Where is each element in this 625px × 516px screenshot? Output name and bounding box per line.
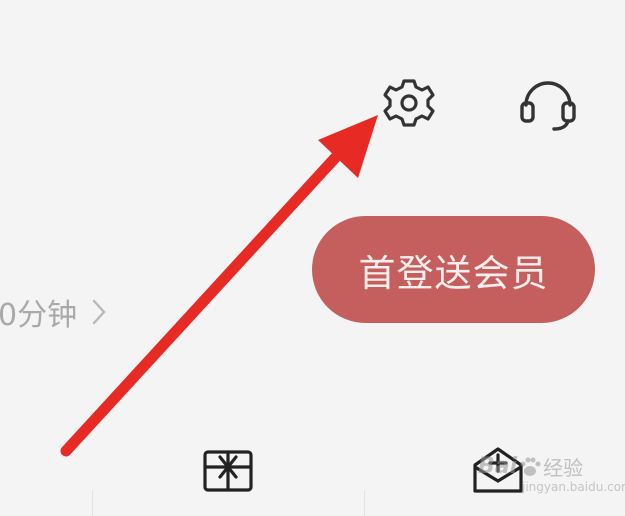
watermark-url: jingyan.baidu.com bbox=[522, 480, 625, 494]
annotation-arrow bbox=[60, 115, 378, 457]
watermark-label: 经验 bbox=[543, 456, 584, 480]
watermark: Bai 经验 bbox=[478, 452, 583, 481]
divider bbox=[92, 490, 93, 516]
divider bbox=[364, 490, 365, 516]
gift-icon bbox=[203, 450, 253, 492]
paw-icon bbox=[520, 457, 541, 476]
gift-button[interactable] bbox=[200, 447, 256, 495]
watermark-brand: Bai bbox=[478, 454, 518, 479]
